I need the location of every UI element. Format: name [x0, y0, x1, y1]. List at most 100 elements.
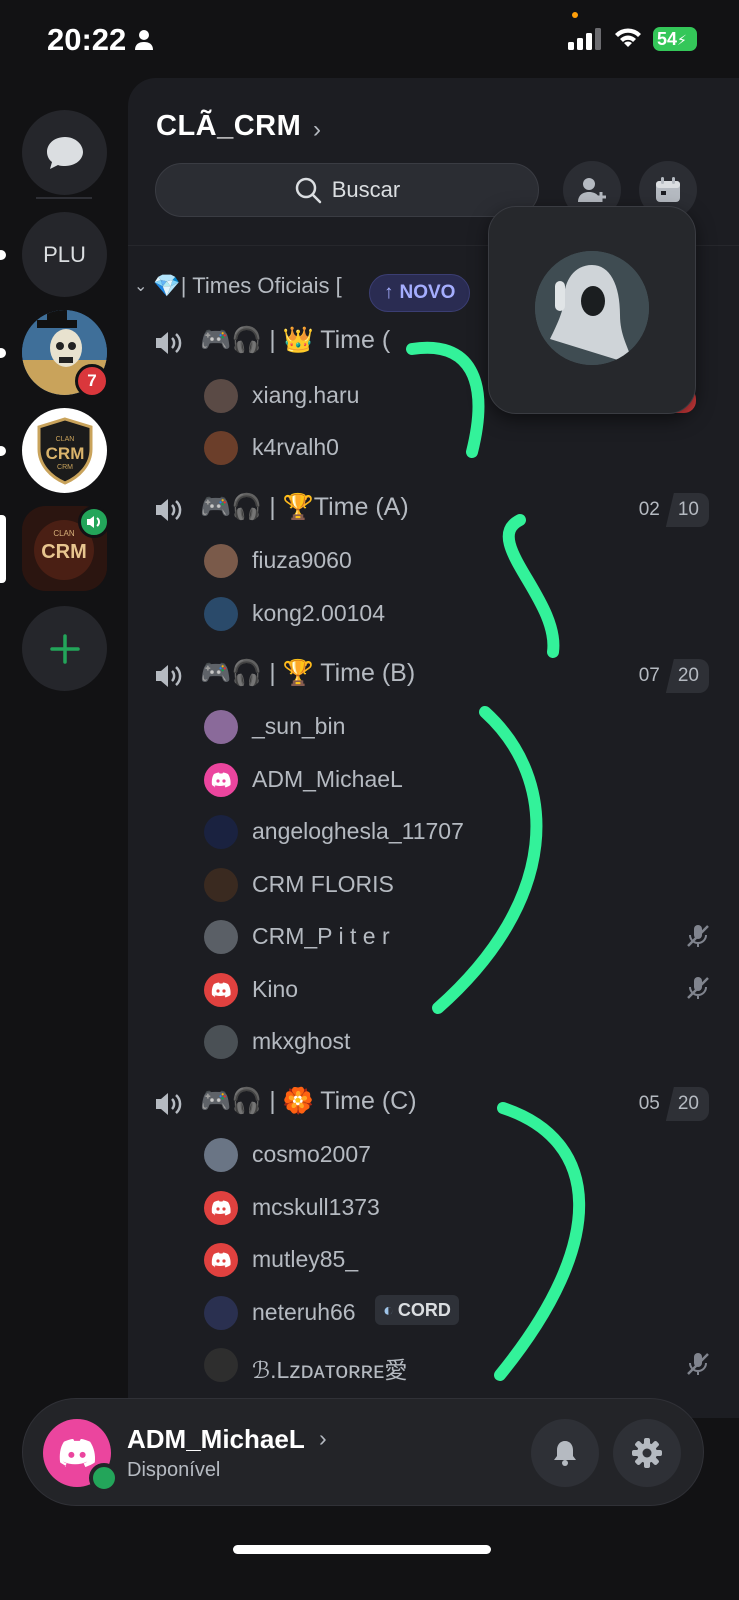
- search-icon: [295, 177, 321, 204]
- server-rail: PLU 7 CLAN CRM CRM CLAN CRM: [0, 80, 128, 1400]
- voice-user[interactable]: ADM_MichaeL: [200, 758, 680, 802]
- add-server-button[interactable]: [22, 606, 107, 691]
- avatar: [204, 1191, 238, 1225]
- bell-icon: [554, 1441, 576, 1466]
- avatar: [204, 1138, 238, 1172]
- voice-user[interactable]: cosmo2007: [200, 1133, 680, 1177]
- voice-user[interactable]: fiuza9060: [200, 539, 680, 583]
- server-muted-icon: [687, 925, 709, 947]
- voice-channel-name: 🎮🎧 | 🏵️ Time (C): [200, 1087, 417, 1115]
- avatar: [204, 597, 238, 631]
- voice-user-name: neteruh66: [252, 1299, 356, 1325]
- voice-user[interactable]: Kino: [200, 968, 680, 1012]
- voice-user-name: xiang.haru: [252, 382, 360, 408]
- discord-logo-icon: [211, 1200, 231, 1216]
- category-times-oficiais[interactable]: ⌄ 💎| Times Oficiais [: [134, 268, 342, 304]
- voice-user[interactable]: neteruh66 ◐ CORD: [200, 1291, 680, 1335]
- avatar: [204, 920, 238, 954]
- calendar-icon: [656, 177, 680, 202]
- server-abbreviation: PLU: [43, 241, 86, 267]
- privacy-indicator: [572, 12, 578, 18]
- speaker-avatar: [535, 251, 649, 365]
- voice-channel-name: 🎮🎧 | 👑 Time (: [200, 326, 391, 354]
- discord-logo-icon: [59, 1438, 96, 1468]
- user-limit: 20: [665, 1087, 709, 1121]
- avatar: [204, 1348, 238, 1382]
- voice-user-name: mkxghost: [252, 1028, 351, 1054]
- voice-user-name: ADM_MichaeL: [252, 766, 403, 792]
- voice-user[interactable]: ℬ.Lᴢᴅᴀᴛᴏʀʀᴇ愛: [200, 1343, 700, 1387]
- battery-indicator: 54⚡: [653, 27, 697, 51]
- user-limit-counter: 05 20: [633, 1087, 709, 1121]
- search-placeholder: Buscar: [331, 177, 401, 202]
- discord-logo-icon: [211, 982, 231, 998]
- avatar: [204, 431, 238, 465]
- chevron-down-icon: ⌄: [134, 278, 148, 295]
- picture-in-picture-tile[interactable]: [488, 206, 696, 414]
- current-user-name[interactable]: ADM_MichaeL: [127, 1424, 305, 1455]
- server-plu[interactable]: PLU: [22, 212, 107, 297]
- online-status-dot: [89, 1463, 119, 1493]
- voice-user[interactable]: kong2.00104: [200, 592, 680, 636]
- voice-channel[interactable]: 🎮🎧 | 🏵️ Time (C) 05 20: [128, 1082, 739, 1126]
- speaker-icon: [156, 665, 182, 687]
- unread-pill: [0, 348, 6, 358]
- settings-button[interactable]: [613, 1419, 681, 1487]
- speaker-icon: [156, 499, 182, 521]
- voice-user-name: CRM_P i t e r: [252, 923, 390, 949]
- logo-text-top: CLAN: [53, 529, 75, 538]
- guild-tag-label: CORD: [397, 1299, 451, 1320]
- user-limit-counter: 07 20: [633, 659, 709, 693]
- guild-name[interactable]: CLÃ_CRM: [156, 110, 301, 143]
- unread-pill: [0, 250, 6, 260]
- guild-tag-badge: ◐ CORD: [375, 1295, 459, 1325]
- logo-text-top: CLAN: [55, 436, 74, 443]
- voice-user[interactable]: CRM_P i t e r: [200, 915, 700, 959]
- avatar: [204, 973, 238, 1007]
- logo-text-bottom: CRM: [57, 464, 73, 471]
- selected-server-indicator: [0, 515, 6, 583]
- voice-user-name: kong2.00104: [252, 600, 386, 626]
- direct-messages-button[interactable]: [22, 110, 107, 195]
- person-icon: [135, 30, 153, 50]
- user-limit: 20: [665, 659, 709, 693]
- avatar: [204, 763, 238, 797]
- cellular-signal-icon: [568, 28, 601, 50]
- user-count: 02: [638, 499, 660, 520]
- search-bar[interactable]: Buscar: [155, 163, 539, 217]
- voice-user-name: _sun_bin: [252, 713, 346, 739]
- voice-user[interactable]: angeloghesla_11707: [200, 810, 680, 854]
- category-label: 💎| Times Oficiais [: [153, 273, 342, 298]
- voice-channel[interactable]: 🎮🎧 | 🏆Time (A) 02 10: [128, 488, 739, 532]
- user-count: 05: [638, 1093, 660, 1114]
- avatar: [204, 544, 238, 578]
- server-muted-icon: [687, 1353, 709, 1375]
- voice-user[interactable]: mcskull1373: [200, 1186, 680, 1230]
- voice-user[interactable]: k4rvalh0: [200, 426, 680, 470]
- voice-user[interactable]: mkxghost: [200, 1020, 680, 1064]
- server-clan-crm[interactable]: CLAN CRM CRM: [22, 408, 107, 493]
- user-count: 07: [638, 665, 660, 686]
- voice-channel[interactable]: 🎮🎧 | 🏆 Time (B) 07 20: [128, 654, 739, 698]
- voice-user-name: angeloghesla_11707: [252, 818, 464, 844]
- discord-logo-icon: [211, 772, 231, 788]
- voice-user-name: fiuza9060: [252, 547, 352, 573]
- voice-user[interactable]: mutley85_: [200, 1238, 680, 1282]
- chevron-right-icon[interactable]: ›: [313, 116, 321, 144]
- wifi-icon: [615, 28, 641, 47]
- avatar: [204, 379, 238, 413]
- hooded-figure-icon: [535, 251, 649, 365]
- home-indicator[interactable]: [233, 1545, 491, 1554]
- new-unreads-pill[interactable]: ↑ NOVO: [369, 274, 471, 312]
- chevron-right-icon[interactable]: ›: [319, 1425, 327, 1452]
- voice-user-name: mutley85_: [252, 1246, 359, 1272]
- clock: 20:22: [47, 22, 127, 57]
- user-panel[interactable]: ADM_MichaeL › Disponível: [22, 1398, 704, 1506]
- voice-user[interactable]: _sun_bin: [200, 705, 680, 749]
- voice-user[interactable]: CRM FLORIS: [200, 863, 680, 907]
- notifications-button[interactable]: [531, 1419, 599, 1487]
- logo-text-main: CRM: [41, 541, 87, 563]
- voice-channel-name: 🎮🎧 | 🏆 Time (B): [200, 659, 416, 687]
- avatar: [204, 710, 238, 744]
- user-limit: 10: [665, 493, 709, 527]
